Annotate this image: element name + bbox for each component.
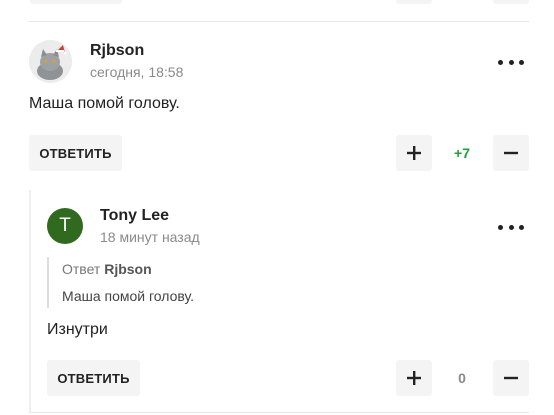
- comment-timestamp: сегодня, 18:58: [90, 64, 184, 80]
- downvote-button[interactable]: [493, 360, 529, 396]
- previous-downvote-button[interactable]: [493, 0, 529, 4]
- previous-upvote-button[interactable]: [396, 0, 432, 4]
- quote-text: Маша помой голову.: [62, 288, 195, 304]
- reply-button[interactable]: ОТВЕТИТЬ: [29, 135, 122, 171]
- reply-thread-line: [29, 190, 31, 412]
- quote-reference[interactable]: Ответ Rjbson: [62, 261, 152, 277]
- plus-icon: [407, 146, 421, 160]
- avatar[interactable]: [29, 40, 72, 83]
- comment-divider: [29, 412, 529, 413]
- avatar[interactable]: T: [47, 208, 83, 244]
- quote-author[interactable]: Rjbson: [104, 261, 151, 277]
- comment-timestamp: 18 минут назад: [100, 229, 200, 245]
- reply-button[interactable]: ОТВЕТИТЬ: [47, 360, 140, 396]
- minus-icon: [504, 151, 518, 155]
- minus-icon: [504, 376, 518, 380]
- comment-text: Маша помой голову.: [29, 95, 180, 112]
- upvote-button[interactable]: [396, 360, 432, 396]
- quote-prefix: Ответ: [62, 261, 101, 277]
- vote-score: 0: [458, 370, 466, 386]
- more-options-icon[interactable]: [498, 54, 524, 70]
- comment-author[interactable]: Rjbson: [90, 42, 144, 60]
- downvote-button[interactable]: [493, 135, 529, 171]
- quote-bar: [47, 257, 49, 308]
- comment-author[interactable]: Tony Lee: [100, 207, 169, 225]
- cat-avatar-icon: [29, 40, 72, 83]
- previous-reply-button[interactable]: [30, 0, 122, 4]
- upvote-button[interactable]: [396, 135, 432, 171]
- comment-divider: [29, 21, 529, 22]
- more-options-icon[interactable]: [498, 219, 524, 235]
- plus-icon: [407, 371, 421, 385]
- comment-text: Изнутри: [47, 321, 108, 338]
- vote-score: +7: [454, 145, 470, 161]
